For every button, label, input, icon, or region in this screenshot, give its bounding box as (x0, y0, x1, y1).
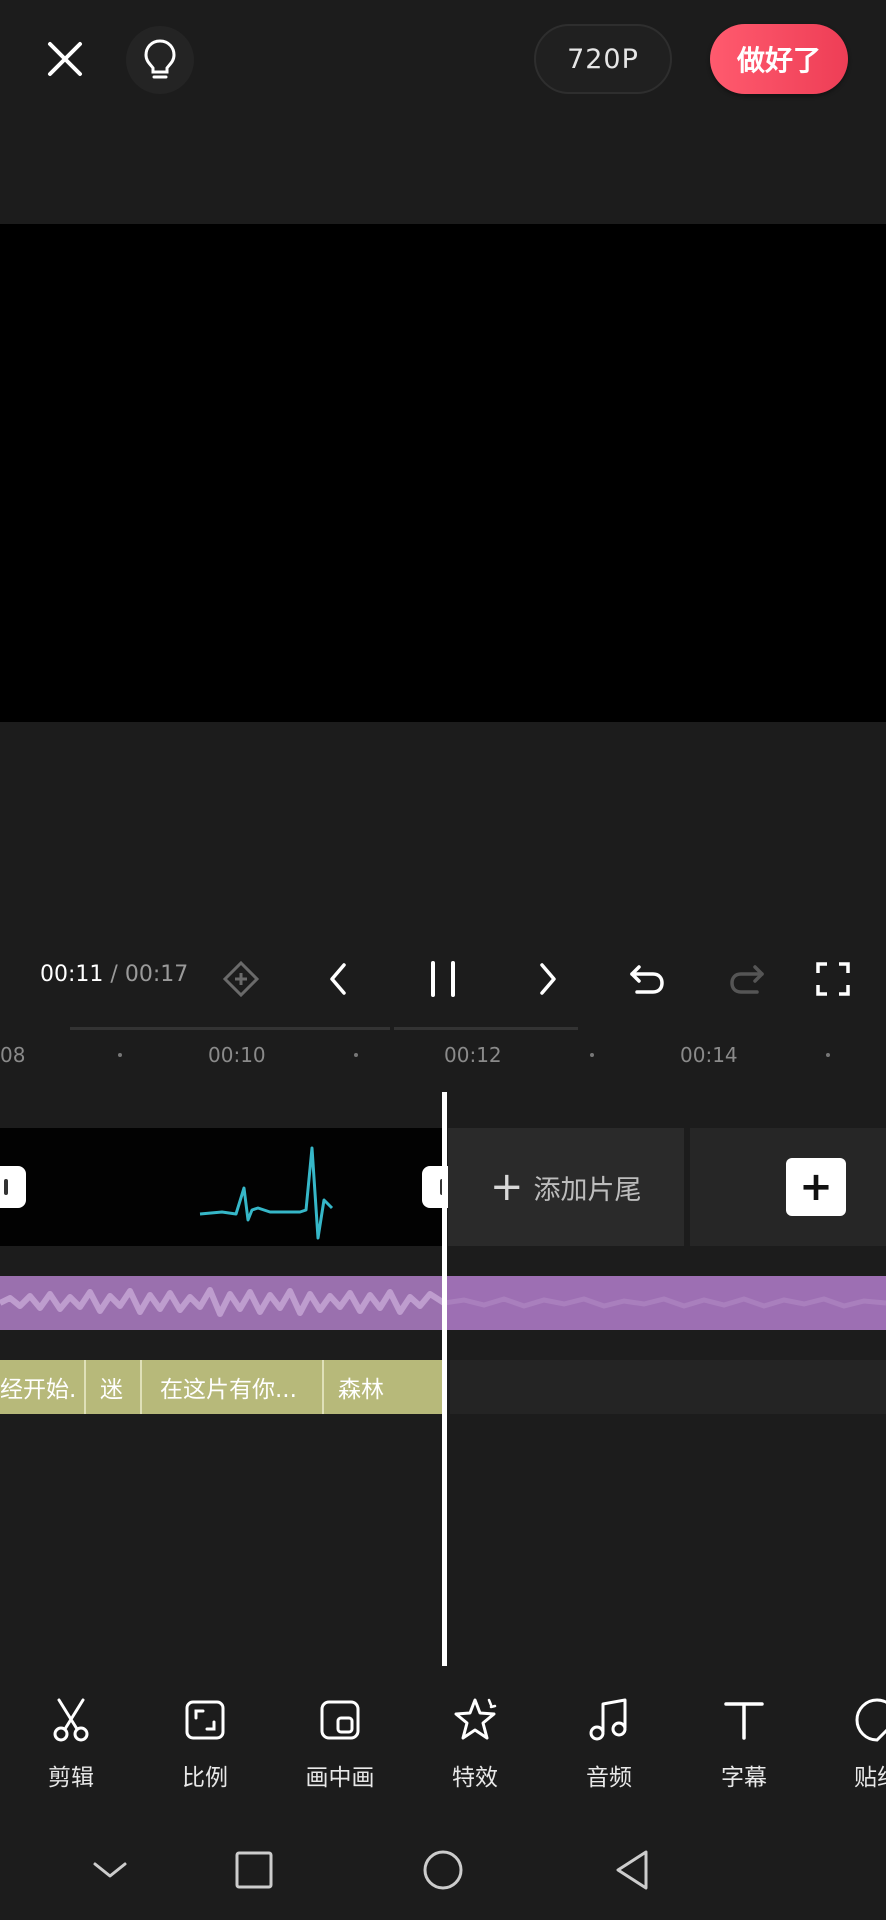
toolbar-item-edit[interactable]: 剪辑 (16, 1692, 126, 1792)
audio-clip-continued[interactable] (444, 1276, 886, 1330)
next-frame-icon[interactable] (520, 952, 574, 1006)
ruler-tick-label: 00:10 (208, 1043, 266, 1067)
scissors-icon (43, 1692, 99, 1748)
caption-clip[interactable]: 迷 (86, 1360, 142, 1414)
toolbar-item-stickers[interactable]: 贴纸 (822, 1692, 886, 1792)
ruler-dot (354, 1053, 358, 1057)
aspect-ratio-icon (177, 1692, 233, 1748)
caption-track-empty (450, 1360, 886, 1414)
time-separator: / (110, 962, 118, 987)
toolbar-item-pip[interactable]: 画中画 (285, 1692, 395, 1792)
ruler-tick-label: 00:12 (444, 1043, 502, 1067)
nav-home-circle-icon[interactable] (413, 1842, 473, 1898)
pause-icon[interactable] (416, 952, 470, 1006)
plus-icon: + (490, 1164, 524, 1210)
nav-back-triangle-icon[interactable] (602, 1842, 662, 1898)
caption-clip[interactable]: 森林 (324, 1360, 444, 1414)
add-keyframe-icon[interactable] (214, 952, 268, 1006)
sticker-icon (849, 1692, 886, 1748)
ruler-tick-label: 08 (0, 1043, 26, 1067)
add-clip-button[interactable]: + (786, 1158, 846, 1216)
ruler-dot (118, 1053, 122, 1057)
ruler-track-left (70, 1027, 390, 1030)
clip-trim-handle-left[interactable] (0, 1166, 26, 1208)
toolbar-label: 剪辑 (48, 1765, 94, 1791)
picture-in-picture-icon (312, 1692, 368, 1748)
add-ending-label: 添加片尾 (533, 1174, 642, 1206)
ecg-waveform-thumbnail (199, 1146, 334, 1240)
total-time: 00:17 (124, 962, 189, 987)
toolbar-label: 画中画 (305, 1765, 375, 1791)
resolution-button[interactable]: 720P (534, 24, 672, 94)
effects-star-icon (447, 1692, 503, 1748)
video-clip[interactable] (0, 1128, 444, 1246)
caption-clip[interactable]: 在这片有你... (142, 1360, 324, 1414)
ruler-dot (826, 1053, 830, 1057)
redo-icon[interactable] (720, 952, 774, 1006)
toolbar-label: 特效 (452, 1765, 498, 1791)
nav-recents-square-icon[interactable] (224, 1842, 284, 1898)
close-icon[interactable] (40, 34, 90, 84)
toolbar-label: 比例 (182, 1765, 228, 1791)
done-export-button[interactable]: 做好了 (710, 24, 848, 94)
tips-bulb-icon[interactable] (126, 26, 194, 94)
ruler-dot (590, 1053, 594, 1057)
toolbar-item-audio[interactable]: 音频 (554, 1692, 664, 1792)
toolbar-item-subtitles[interactable]: 字幕 (689, 1692, 799, 1792)
audio-waveform (444, 1296, 886, 1309)
music-note-icon (581, 1692, 637, 1748)
caption-clip[interactable]: 经开始. (0, 1360, 86, 1414)
ruler-tick-label: 00:14 (680, 1043, 738, 1067)
timecode: 00:11 / 00:17 (40, 962, 188, 987)
text-t-icon (716, 1692, 772, 1748)
ruler-track-right (394, 1027, 578, 1030)
playhead[interactable] (442, 1092, 447, 1666)
audio-waveform (0, 1287, 444, 1317)
add-ending-button[interactable]: + 添加片尾 (448, 1128, 684, 1246)
toolbar-item-ratio[interactable]: 比例 (150, 1692, 260, 1792)
toolbar-item-effects[interactable]: 特效 (420, 1692, 530, 1792)
nav-collapse-chevron-icon[interactable] (80, 1842, 140, 1898)
toolbar-label: 字幕 (721, 1765, 767, 1791)
video-preview[interactable] (0, 224, 886, 722)
current-time: 00:11 (40, 962, 104, 987)
previous-frame-icon[interactable] (312, 952, 366, 1006)
toolbar-label: 音频 (586, 1765, 632, 1791)
fullscreen-icon[interactable] (806, 952, 860, 1006)
audio-clip[interactable] (0, 1276, 444, 1330)
toolbar-label: 贴纸 (854, 1765, 886, 1791)
undo-icon[interactable] (620, 952, 674, 1006)
